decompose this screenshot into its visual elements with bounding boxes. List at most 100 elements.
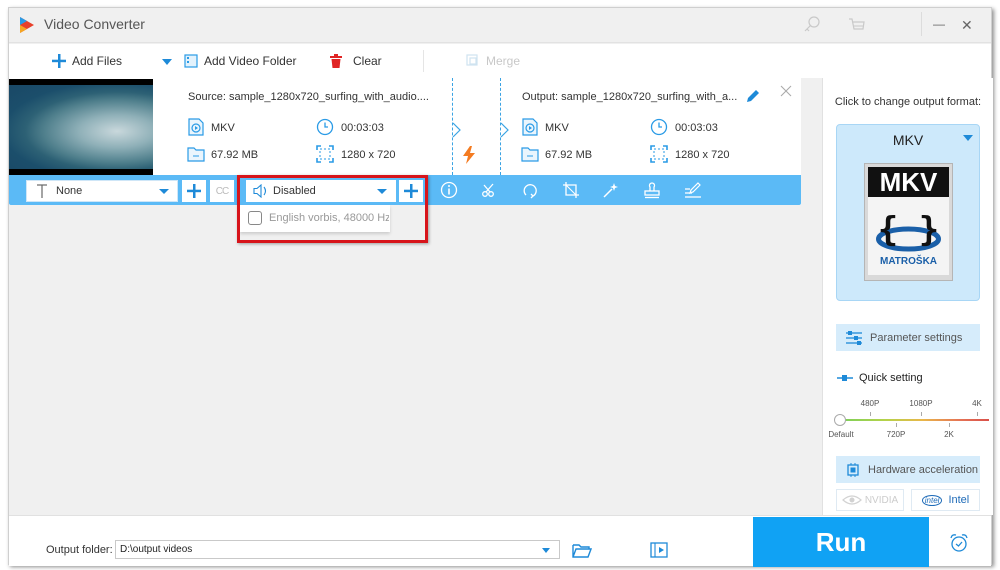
subtitle-cc-button[interactable]: CC [210, 180, 234, 202]
audio-track-label: English vorbis, 48000 Hz, s [269, 212, 389, 224]
output-format-name: MKV [892, 132, 924, 148]
add-video-folder-button[interactable]: Add Video Folder [184, 54, 297, 68]
slider-handle[interactable] [834, 414, 846, 426]
add-subtitle-button[interactable] [182, 180, 206, 202]
metadata-edit-icon[interactable] [684, 181, 702, 199]
file-size-folder-icon [187, 147, 205, 162]
subtitle-select[interactable]: None [26, 180, 178, 202]
cart-icon[interactable] [847, 15, 867, 35]
video-format-icon [188, 118, 204, 136]
parameter-settings-button[interactable]: Parameter settings [836, 324, 980, 351]
format-hint-label: Click to change output format: [834, 96, 982, 108]
merge-button[interactable]: Merge [466, 54, 520, 68]
resolution-icon [316, 145, 334, 163]
audio-track-checkbox[interactable] [248, 211, 262, 225]
output-resolution: 1280 x 720 [675, 149, 730, 161]
tick-label-2k: 2K [944, 430, 954, 439]
output-duration: 00:03:03 [675, 122, 718, 134]
watermark-stamp-icon[interactable] [643, 181, 661, 199]
speaker-icon [253, 184, 267, 198]
output-folder-dropdown-icon[interactable] [542, 548, 550, 553]
source-duration: 00:03:03 [341, 122, 384, 134]
source-filename: Source: sample_1280x720_surfing_with_aud… [188, 91, 429, 103]
output-format-selector[interactable]: MKV MKV { } MATROŠKA [836, 124, 980, 301]
add-files-dropdown-arrow-icon[interactable] [162, 59, 172, 65]
tick-mark [896, 423, 897, 427]
crop-icon[interactable] [562, 181, 580, 199]
chip-icon [847, 462, 859, 477]
video-folder-open-icon[interactable] [650, 542, 668, 558]
tick-label-1080p: 1080P [909, 399, 933, 408]
chevron-down-icon [963, 135, 973, 141]
intel-toggle[interactable]: intel Intel [911, 489, 980, 511]
close-window-button[interactable]: ✕ [961, 17, 973, 34]
plus-icon [404, 184, 418, 198]
chevron-down-icon [159, 189, 169, 194]
tick-mark [870, 412, 871, 416]
resolution-icon [650, 145, 668, 163]
remove-file-close-icon[interactable] [780, 85, 792, 97]
clear-button[interactable]: Clear [329, 54, 382, 68]
svg-text:{ }: { } [878, 210, 939, 250]
cc-label: CC [215, 185, 229, 197]
add-files-button[interactable]: Add Files [52, 54, 122, 68]
run-button[interactable]: Run [753, 517, 929, 567]
nvidia-eye-icon [841, 495, 862, 505]
lightning-bolt-icon [463, 146, 475, 164]
rotate-icon[interactable] [521, 181, 539, 199]
video-thumbnail[interactable] [9, 79, 153, 175]
app-window: Video Converter — ✕ Add Files Add Video … [8, 7, 993, 567]
bottom-bar: Output folder: Run [9, 515, 991, 567]
output-folder-input[interactable] [115, 540, 560, 559]
open-folder-icon[interactable] [572, 543, 592, 558]
merge-label: Merge [486, 54, 521, 68]
hardware-acceleration-button[interactable]: Hardware acceleration [836, 456, 980, 483]
add-audio-button[interactable] [399, 180, 423, 202]
add-files-label: Add Files [72, 54, 123, 68]
video-format-icon [522, 118, 538, 136]
plus-icon [187, 184, 201, 198]
key-icon[interactable] [802, 15, 822, 35]
trash-icon [330, 54, 342, 68]
tick-label-720p: 720P [886, 430, 906, 439]
source-format: MKV [211, 122, 235, 134]
title-bar: Video Converter — ✕ [9, 8, 991, 43]
edit-pencil-icon[interactable] [746, 89, 760, 103]
nvidia-label: NVIDIA [864, 494, 899, 506]
quick-setting-label: Quick setting [859, 372, 923, 384]
slider-track[interactable] [841, 419, 989, 421]
video-folder-icon [184, 54, 198, 68]
nvidia-toggle[interactable]: NVIDIA [836, 489, 904, 511]
slider-mini-icon [837, 375, 853, 381]
clock-icon [316, 118, 334, 136]
file-options-bar: None CC Disabled [9, 175, 801, 205]
mkv-logo-title: MKV [880, 167, 938, 197]
quality-slider[interactable]: 480P 1080P 4K Default 720P 2K [828, 394, 991, 442]
toolbar-separator [423, 50, 424, 72]
effects-wand-icon[interactable] [602, 181, 620, 199]
intel-logo-icon: intel [921, 494, 943, 506]
audio-track-select[interactable]: Disabled [246, 180, 396, 202]
audio-track-dropdown: English vorbis, 48000 Hz, s [240, 205, 390, 232]
output-folder-label: Output folder: [46, 544, 113, 556]
mkv-logo-subtitle: MATROŠKA [880, 254, 937, 267]
app-title: Video Converter [44, 16, 145, 32]
tick-label-default: Default [828, 430, 854, 439]
audio-value: Disabled [273, 185, 316, 197]
info-icon[interactable] [440, 181, 458, 199]
toolbar: Add Files Add Video Folder Clear Merge [9, 44, 991, 78]
file-size-folder-icon [521, 147, 539, 162]
merge-icon [466, 54, 478, 66]
minimize-button[interactable]: — [933, 17, 945, 31]
alarm-clock-icon[interactable] [949, 533, 969, 553]
tick-mark [921, 412, 922, 416]
plus-icon [52, 54, 66, 68]
titlebar-separator [921, 12, 922, 36]
scissors-icon[interactable] [480, 181, 498, 199]
clock-icon [650, 118, 668, 136]
clear-label: Clear [353, 54, 382, 68]
add-video-folder-label: Add Video Folder [204, 54, 297, 68]
output-size: 67.92 MB [545, 149, 593, 161]
tick-label-4k: 4K [972, 399, 982, 408]
tick-mark [949, 423, 950, 427]
